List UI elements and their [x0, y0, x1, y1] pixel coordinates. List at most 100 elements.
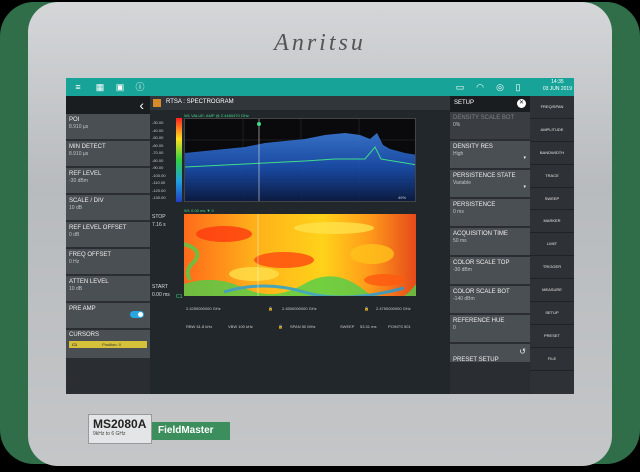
menu-file[interactable]: FILE: [530, 348, 574, 371]
param-value: 10 dB: [69, 205, 83, 211]
model-label: MS2080A 9kHz to 6 GHz: [88, 414, 152, 444]
y-tick: -120.00: [152, 187, 166, 193]
menu-setup[interactable]: SETUP: [530, 302, 574, 325]
spectrum-plot[interactable]: [184, 118, 416, 202]
param-min-detect[interactable]: MIN DETECT 8.910 µs: [66, 141, 150, 168]
grid-icon[interactable]: ▦: [94, 81, 106, 93]
menu-amplitude[interactable]: AMPLITUDE: [530, 119, 574, 142]
spectrogram-heatmap: [184, 214, 416, 296]
param-value: 8.910 µs: [69, 151, 89, 157]
setup-color-scale-top[interactable]: COLOR SCALE TOP -30 dBm: [450, 257, 530, 286]
param-value: 0 Hz: [69, 259, 80, 265]
wifi-icon[interactable]: ◠: [474, 81, 486, 93]
freq-center: 2.4500000000 GHz: [282, 306, 317, 311]
setup-value: High: [453, 151, 464, 157]
vbw-readout: VBW 100 kHz: [228, 324, 253, 329]
param-label: REF LEVEL OFFSET: [69, 225, 127, 231]
setup-value: 0%: [453, 122, 461, 128]
menu-trigger[interactable]: TRIGGER: [530, 256, 574, 280]
freq-start: 2.4250000000 GHz: [186, 306, 221, 311]
setup-header: SETUP ✕: [450, 96, 530, 112]
brand-logo: Anritsu: [274, 30, 366, 56]
preset-setup-label: PRESET SETUP: [453, 357, 499, 363]
cursor-bar[interactable]: C1 Position: 0: [69, 341, 147, 348]
pre-amp-toggle[interactable]: [130, 311, 144, 318]
clock: 14:35 03 JUN 2019: [543, 79, 572, 93]
param-atten-level[interactable]: ATTEN LEVEL 10 dB: [66, 276, 150, 303]
rbw-readout: RBW 61.8 kHz: [186, 324, 213, 329]
menu-marker[interactable]: MARKER: [530, 210, 574, 234]
setup-label: PERSISTENCE: [453, 202, 496, 208]
setup-persistence-state[interactable]: PERSISTENCE STATE Variable ▾: [450, 170, 530, 199]
param-label: ATTEN LEVEL: [69, 279, 109, 285]
y-tick: -50.00: [152, 135, 164, 140]
menu-bandwidth[interactable]: BANDWIDTH: [530, 142, 574, 165]
setup-label: ACQUISITION TIME: [453, 231, 508, 237]
param-label: MIN DETECT: [69, 144, 106, 150]
param-label: SCALE / DIV: [69, 198, 104, 204]
screen-icon[interactable]: ▭: [454, 81, 466, 93]
gps-icon[interactable]: ◎: [494, 81, 506, 93]
measurement-title-bar: RTSA : SPECTROGRAM: [150, 96, 450, 110]
battery-icon: ▯: [515, 82, 521, 92]
preset-setup-button[interactable]: PRESET SETUP ↺: [450, 344, 530, 363]
spectrum-trace: [185, 119, 415, 201]
clock-time: 14:35: [551, 79, 564, 85]
y-tick: -80.00: [152, 157, 164, 163]
setup-reference-hue[interactable]: REFERENCE HUE 0: [450, 315, 530, 344]
camera-icon[interactable]: ▣: [114, 81, 126, 93]
param-freq-offset[interactable]: FREQ OFFSET 0 Hz: [66, 249, 150, 276]
y-tick: -40.00: [152, 127, 164, 133]
param-ref-level-offset[interactable]: REF LEVEL OFFSET 0 dB: [66, 222, 150, 249]
setup-density-res[interactable]: DENSITY RES High ▾: [450, 141, 530, 170]
mode-icon: [153, 99, 161, 107]
close-icon[interactable]: ✕: [517, 99, 526, 108]
setup-value: Variable: [453, 180, 471, 186]
menu-icon[interactable]: ≡: [72, 81, 84, 93]
freq-stop: 2.4750000000 GHz: [376, 306, 411, 311]
info-icon[interactable]: ⓘ: [134, 81, 146, 93]
setup-value: 0 ms: [453, 209, 464, 215]
menu-freq-span[interactable]: FREQ/SPAN: [530, 96, 574, 119]
setup-acquisition-time[interactable]: ACQUISITION TIME 50 ms: [450, 228, 530, 257]
param-label: POI: [69, 117, 80, 123]
setup-color-scale-bot[interactable]: COLOR SCALE BOT -140 dBm: [450, 286, 530, 315]
setup-label: COLOR SCALE BOT: [453, 289, 510, 295]
param-scale-div[interactable]: SCALE / DIV 10 dB: [66, 195, 150, 222]
measurement-title: RTSA : SPECTROGRAM: [166, 99, 234, 105]
setup-title: SETUP: [454, 100, 475, 106]
param-ref-level[interactable]: REF LEVEL -30 dBm: [66, 168, 150, 195]
back-icon[interactable]: ‹: [139, 97, 144, 113]
param-poi[interactable]: POI 8.910 µs: [66, 114, 150, 141]
menu-preset[interactable]: PRESET: [530, 325, 574, 348]
setup-label: PERSISTENCE STATE: [453, 173, 516, 179]
spectrogram-plot[interactable]: [184, 214, 416, 296]
y-tick: -70.00: [152, 150, 164, 155]
setup-value: 0: [453, 325, 456, 331]
dropdown-icon: ▾: [523, 184, 526, 190]
menu-measure[interactable]: MEASURE: [530, 279, 574, 303]
series-label: FieldMaster: [152, 422, 230, 440]
screen: ≡ ▦ ▣ ⓘ ▭ ◠ ◎ ▯ 14:35 03 JUN 2019 ‹ POI …: [66, 78, 574, 394]
setup-label: REFERENCE HUE: [453, 318, 505, 324]
setup-value: 50 ms: [453, 238, 467, 244]
sweep-label: SWEEP: [340, 324, 355, 329]
menu-limit[interactable]: LIMIT: [530, 233, 574, 257]
param-label: FREQ OFFSET: [69, 252, 111, 258]
setup-label: DENSITY SCALE BOT: [453, 115, 515, 121]
model-name: MS2080A: [93, 417, 147, 431]
left-panel-header: ‹: [66, 96, 150, 114]
y-tick: -90.00: [152, 165, 164, 170]
menu-trace[interactable]: TRACE: [530, 165, 574, 188]
menu-sweep[interactable]: SWEEP: [530, 188, 574, 211]
measurement-area: RTSA : SPECTROGRAM W1 VALUE: AMP @ 2.448…: [150, 96, 450, 394]
param-pre-amp[interactable]: PRE AMP: [66, 303, 150, 330]
setup-density-scale-bot[interactable]: DENSITY SCALE BOT 0%: [450, 112, 530, 141]
span-readout: SPAN 50 MHz: [290, 324, 316, 329]
cursors-label: CURSORS: [69, 332, 100, 338]
cursors-section[interactable]: CURSORS C1 Position: 0: [66, 330, 150, 358]
occupancy-percent: 49%: [398, 195, 407, 200]
setup-persistence[interactable]: PERSISTENCE 0 ms: [450, 199, 530, 228]
y-tick: -100.00: [152, 172, 166, 178]
setup-value: -30 dBm: [453, 267, 472, 273]
